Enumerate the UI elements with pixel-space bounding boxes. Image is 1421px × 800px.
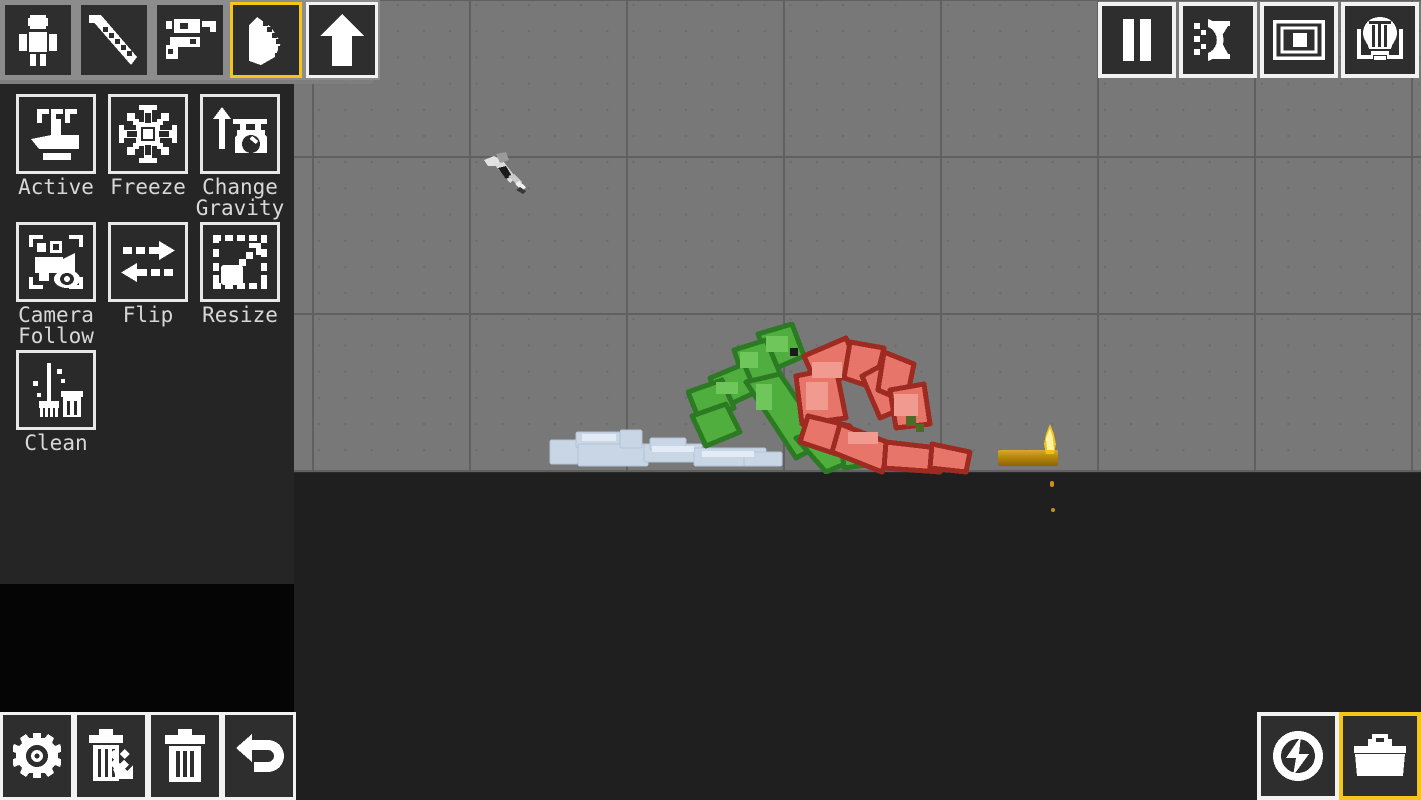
torch-flame [1042, 424, 1058, 458]
ember-spark [1050, 481, 1054, 487]
delete-all-button[interactable] [148, 712, 222, 800]
tool-active: Active [10, 94, 102, 220]
tool-resize: Resize [194, 221, 286, 348]
tool-clean-label: Clean [24, 430, 88, 455]
tool-resize-button[interactable] [200, 221, 280, 302]
settings-button[interactable] [0, 712, 74, 800]
tool-flip-label: Flip [122, 302, 174, 327]
tool-clean: Clean [10, 349, 102, 455]
delete-selected-button[interactable] [74, 712, 148, 800]
screenshot-button[interactable] [1260, 2, 1338, 78]
energy-button[interactable] [1257, 712, 1339, 800]
tool-grid: Active Freeze Change Gravity Camera Foll… [0, 84, 294, 454]
tool-clean-button[interactable] [16, 349, 96, 430]
tool-panel: Active Freeze Change Gravity Camera Foll… [0, 84, 294, 584]
category-toolbar [0, 0, 380, 80]
toolbar-item-melee[interactable] [78, 2, 150, 78]
tool-change-gravity: Change Gravity [194, 94, 286, 220]
tool-camera-follow: Camera Follow [10, 221, 102, 349]
tool-active-button[interactable] [16, 94, 96, 174]
undo-button[interactable] [222, 712, 296, 800]
tool-flip: Flip [102, 221, 194, 348]
pause-button[interactable] [1098, 2, 1176, 78]
toolbar-item-gravity-up[interactable] [306, 2, 378, 78]
toolbar-item-firearms[interactable] [154, 2, 226, 78]
playback-controls [1098, 2, 1419, 78]
scene-actions [0, 712, 296, 800]
mode-controls [1257, 712, 1421, 800]
tool-active-label: Active [18, 175, 94, 199]
game-screen: Active Freeze Change Gravity Camera Foll… [0, 0, 1421, 800]
tool-freeze-button[interactable] [108, 94, 188, 174]
toolbox-button[interactable] [1339, 712, 1421, 800]
tool-resize-label: Resize [202, 302, 278, 327]
tool-flip-button[interactable] [108, 221, 188, 302]
tool-camera-follow-button[interactable] [16, 221, 96, 302]
tool-change-gravity-label: Change Gravity [195, 175, 285, 221]
flying-rifle-object[interactable] [482, 146, 532, 196]
lighting-button[interactable] [1341, 2, 1419, 78]
tool-change-gravity-button[interactable] [200, 94, 280, 174]
tool-camera-follow-label: Camera Follow [18, 302, 94, 349]
toolbar-item-interaction[interactable] [230, 2, 302, 78]
tool-panel-empty-area [0, 584, 294, 713]
red-ragdoll[interactable] [788, 332, 974, 476]
ember-spark [1051, 508, 1055, 512]
slow-motion-button[interactable] [1179, 2, 1257, 78]
toolbar-item-humans[interactable] [2, 2, 74, 78]
tool-freeze-label: Freeze [110, 175, 186, 199]
tool-freeze: Freeze [102, 94, 194, 220]
